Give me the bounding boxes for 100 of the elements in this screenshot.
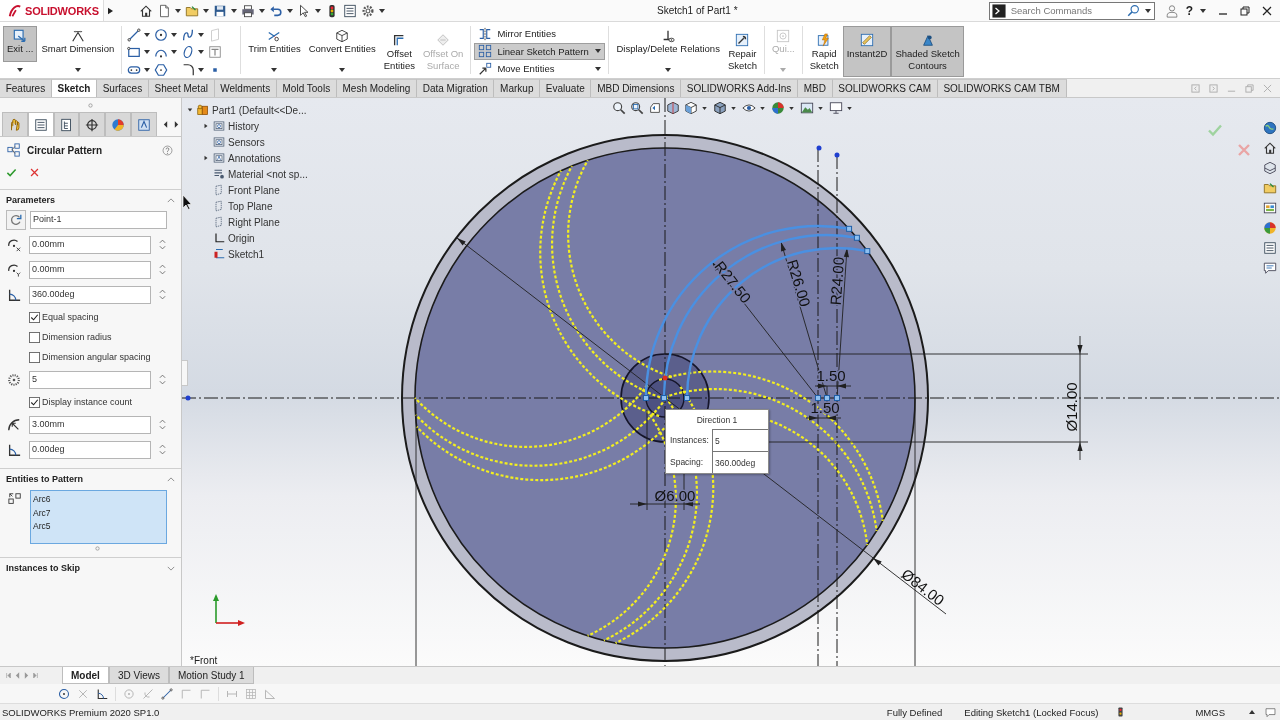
search-field[interactable]: Search Commands [988, 1, 1155, 20]
ribbon-tab[interactable]: Weldments [214, 79, 277, 97]
help-button[interactable]: ? [1185, 3, 1193, 18]
checkbox[interactable] [29, 351, 40, 363]
list-icon[interactable] [1263, 241, 1277, 255]
dimension-label[interactable]: 1.50 [810, 398, 840, 416]
ribbon-tab[interactable]: Mold Tools [276, 79, 337, 97]
save-icon[interactable] [213, 3, 227, 18]
selection-list[interactable]: Arc6 Arc7 Arc5 [30, 490, 167, 544]
ribbon-tab[interactable]: Markup [494, 79, 541, 97]
caret-icon[interactable] [175, 8, 181, 13]
ribbon-tab[interactable]: Sheet Metal [148, 79, 215, 97]
ribbon-tab[interactable]: Data Migration [417, 79, 495, 97]
rebuild-light-icon[interactable] [1118, 707, 1124, 717]
sphere-icon[interactable] [771, 101, 785, 115]
caret-icon[interactable] [287, 8, 293, 13]
close-icon[interactable] [1262, 5, 1272, 16]
caret-icon[interactable] [1249, 710, 1255, 714]
check-icon[interactable] [6, 166, 17, 178]
spline-icon[interactable] [181, 27, 196, 42]
input-field[interactable]: 5 [712, 429, 768, 451]
caret-icon[interactable] [1200, 8, 1206, 13]
printer-icon[interactable] [241, 3, 255, 18]
folder-icon[interactable] [1263, 181, 1277, 195]
caret-icon[interactable] [198, 32, 205, 37]
dimension-label[interactable]: R26.00 [783, 257, 815, 309]
caret-icon[interactable] [1144, 8, 1151, 13]
settings-icon[interactable] [361, 3, 375, 18]
ribbon-button[interactable]: Offset Entities [379, 26, 419, 77]
undo-icon[interactable] [269, 3, 283, 18]
pointer-icon[interactable] [297, 3, 311, 18]
caret-icon[interactable] [171, 50, 178, 55]
caret-icon[interactable] [379, 8, 385, 13]
tree-item[interactable]: Part1 (Default<<De... [212, 104, 307, 116]
input-field[interactable]: 360.00deg [712, 451, 768, 473]
ribbon-button[interactable]: Shaded Sketch Contours [891, 26, 964, 77]
right-arrow-icon[interactable] [173, 120, 179, 128]
list-item[interactable]: Arc7 [33, 506, 164, 520]
home-icon[interactable] [1263, 141, 1277, 155]
caret-icon[interactable] [271, 67, 278, 72]
angle-icon[interactable] [96, 687, 108, 700]
view-tab[interactable]: 3D Views [108, 667, 169, 684]
line-icon[interactable] [127, 27, 142, 42]
checkbox[interactable] [29, 331, 40, 343]
caret-icon[interactable] [818, 106, 823, 110]
caret-icon[interactable] [171, 32, 178, 37]
ribbon-button[interactable]: Exit ... [3, 26, 38, 62]
caret-icon[interactable] [595, 49, 602, 54]
right-arrow-icon[interactable] [108, 6, 113, 15]
chevron-icon[interactable] [167, 476, 175, 482]
ribbon-button[interactable]: Instant2D [842, 26, 892, 77]
input-field[interactable]: 3.00mm [29, 415, 151, 434]
chevron-icon[interactable] [167, 565, 175, 571]
ribbon-button[interactable]: Repair Sketch [723, 26, 761, 77]
pick-button[interactable] [6, 209, 26, 230]
tree-item[interactable]: Right Plane [228, 216, 280, 228]
caret-icon[interactable] [595, 66, 602, 71]
ribbon-tab[interactable]: Sketch [51, 79, 97, 97]
ribbon-button[interactable]: Linear Sketch Pattern [474, 42, 606, 60]
right-arrow-icon[interactable] [202, 123, 209, 129]
dimension-label[interactable]: R24.00 [826, 256, 848, 306]
display-style-icon[interactable] [713, 101, 727, 115]
sketch-point-icon[interactable] [834, 152, 840, 158]
folder-icon[interactable] [185, 3, 199, 18]
caret-icon[interactable] [760, 106, 765, 110]
previous-view-icon[interactable] [648, 101, 662, 115]
check-icon[interactable] [1207, 122, 1223, 138]
section-view-icon[interactable] [666, 101, 680, 115]
user-icon[interactable] [1164, 3, 1179, 18]
caret-icon[interactable] [231, 8, 237, 13]
document-list-icon[interactable] [343, 3, 357, 18]
ribbon-tab[interactable]: Features [0, 79, 52, 97]
caret-icon[interactable] [144, 32, 151, 37]
caret-icon[interactable] [144, 50, 151, 55]
ribbon-button[interactable]: Convert Entities [304, 26, 380, 62]
globe-icon[interactable] [1263, 121, 1277, 135]
tree-item[interactable]: Top Plane [228, 200, 273, 212]
ribbon-button[interactable]: Move Entities [474, 60, 606, 78]
list-item[interactable]: Arc5 [33, 520, 164, 534]
sketch-point-icon[interactable] [816, 145, 822, 151]
caret-icon[interactable] [315, 8, 321, 13]
ribbon-tab[interactable]: SOLIDWORKS CAM TBM [937, 79, 1067, 97]
view-tab[interactable]: Motion Study 1 [168, 667, 254, 684]
new-document-icon[interactable] [157, 3, 171, 18]
caret-icon[interactable] [74, 67, 81, 72]
ribbon-tab[interactable]: MBD Dimensions [591, 79, 682, 97]
checkbox[interactable] [29, 396, 40, 408]
left-arrow-icon[interactable] [162, 120, 168, 128]
rectangle-icon[interactable] [127, 45, 142, 60]
ribbon-button[interactable]: Smart Dimension [37, 26, 119, 62]
input-field[interactable]: 0.00mm [29, 260, 151, 279]
ribbon-tab[interactable]: Mesh Modeling [336, 79, 417, 97]
list-item[interactable]: Arc6 [33, 493, 164, 507]
caret-icon[interactable] [198, 67, 205, 72]
input-field[interactable]: 5 [29, 370, 151, 389]
caret-icon[interactable] [847, 106, 852, 110]
caret-icon[interactable] [203, 8, 209, 13]
palette-icon[interactable] [1263, 201, 1277, 215]
view-cube-icon[interactable] [684, 101, 698, 115]
fillet-icon[interactable] [181, 62, 196, 77]
